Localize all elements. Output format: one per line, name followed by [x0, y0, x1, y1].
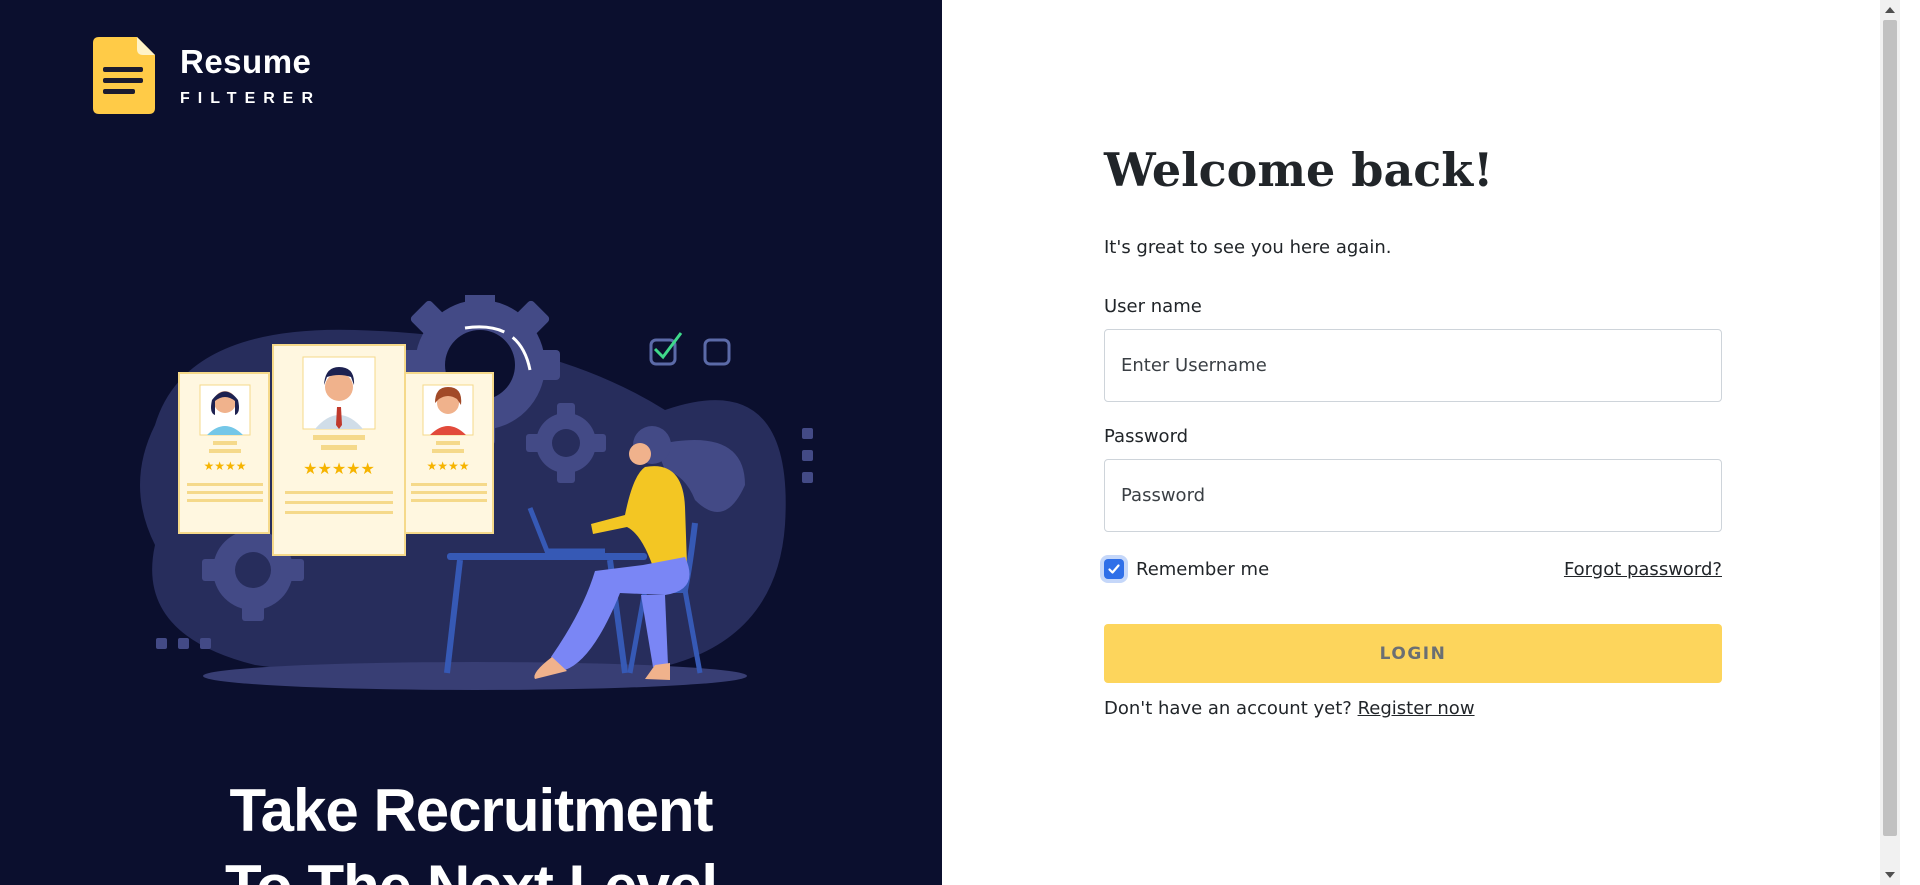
- brand-tagline: FILTERER: [180, 89, 322, 107]
- scroll-down-arrow-icon[interactable]: [1880, 865, 1900, 885]
- remember-checkbox[interactable]: [1104, 559, 1124, 579]
- page-title: Welcome back!: [1104, 143, 1494, 197]
- password-input[interactable]: [1104, 459, 1722, 532]
- forgot-password-link[interactable]: Forgot password?: [1564, 559, 1722, 580]
- scrollbar[interactable]: [1880, 0, 1900, 885]
- scroll-up-arrow-icon[interactable]: [1880, 0, 1900, 20]
- svg-text:★★★★★: ★★★★★: [303, 459, 375, 478]
- hero-panel: Resume FILTERER ★★★★ ★★★★ ★★★★★ Take Rec…: [0, 0, 942, 885]
- register-row: Don't have an account yet? Register now: [1104, 698, 1722, 719]
- svg-text:★★★★: ★★★★: [426, 459, 469, 473]
- hero-headline-line1: Take Recruitment: [229, 777, 713, 844]
- login-button[interactable]: LOGIN: [1104, 624, 1722, 683]
- svg-text:★★★★: ★★★★: [203, 459, 246, 473]
- login-panel: Welcome back! It's great to see you here…: [942, 0, 1900, 885]
- brand-name: Resume: [180, 42, 312, 80]
- hero-headline-line2: To The Next Level: [0, 849, 942, 885]
- remember-label: Remember me: [1136, 558, 1270, 580]
- password-label: Password: [1104, 426, 1189, 447]
- subtitle: It's great to see you here again.: [1104, 237, 1392, 258]
- scroll-thumb[interactable]: [1883, 20, 1897, 836]
- username-input[interactable]: [1104, 329, 1722, 402]
- options-row: Remember me Forgot password?: [1104, 554, 1722, 584]
- hero-headline: Take Recruitment To The Next Level: [0, 773, 942, 885]
- remember-me[interactable]: Remember me: [1104, 559, 1269, 580]
- check-icon: [1108, 564, 1120, 574]
- document-icon: [93, 37, 155, 114]
- register-link[interactable]: Register now: [1358, 698, 1475, 719]
- recruitment-illustration: ★★★★ ★★★★ ★★★★★: [140, 295, 813, 690]
- username-label: User name: [1104, 296, 1202, 317]
- logo: Resume FILTERER: [93, 37, 321, 114]
- no-account-text: Don't have an account yet?: [1104, 698, 1352, 719]
- login-form: Welcome back! It's great to see you here…: [1104, 140, 1722, 719]
